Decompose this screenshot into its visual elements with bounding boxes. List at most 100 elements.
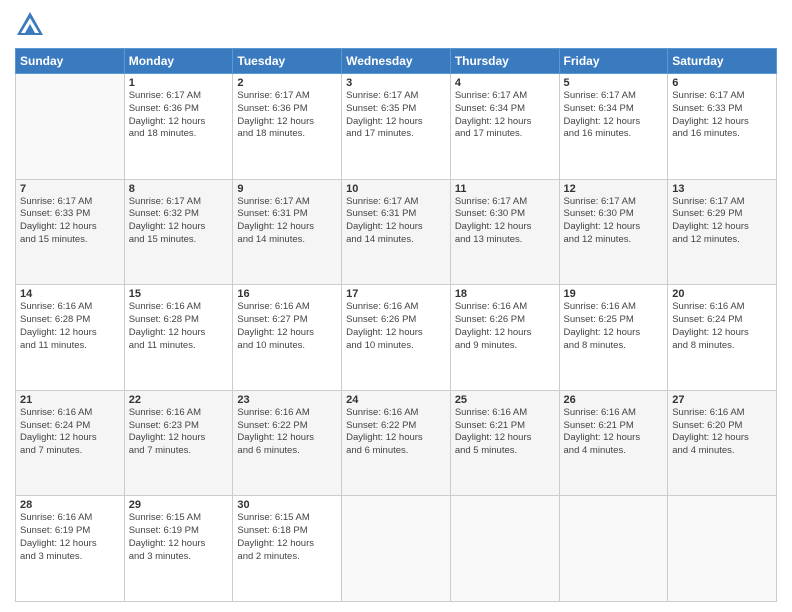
- calendar-cell: 6Sunrise: 6:17 AM Sunset: 6:33 PM Daylig…: [668, 74, 777, 180]
- cell-info: Sunrise: 6:17 AM Sunset: 6:32 PM Dayligh…: [129, 196, 229, 247]
- cell-info: Sunrise: 6:16 AM Sunset: 6:22 PM Dayligh…: [237, 407, 337, 458]
- calendar-cell: 28Sunrise: 6:16 AM Sunset: 6:19 PM Dayli…: [16, 496, 125, 602]
- day-number: 8: [129, 183, 229, 195]
- calendar-cell: 2Sunrise: 6:17 AM Sunset: 6:36 PM Daylig…: [233, 74, 342, 180]
- day-number: 20: [672, 288, 772, 300]
- weekday-header: Wednesday: [342, 49, 451, 74]
- calendar-cell: 30Sunrise: 6:15 AM Sunset: 6:18 PM Dayli…: [233, 496, 342, 602]
- day-number: 17: [346, 288, 446, 300]
- day-number: 3: [346, 77, 446, 89]
- cell-info: Sunrise: 6:16 AM Sunset: 6:28 PM Dayligh…: [20, 301, 120, 352]
- calendar-week-row: 1Sunrise: 6:17 AM Sunset: 6:36 PM Daylig…: [16, 74, 777, 180]
- day-number: 23: [237, 394, 337, 406]
- cell-info: Sunrise: 6:17 AM Sunset: 6:36 PM Dayligh…: [237, 90, 337, 141]
- cell-info: Sunrise: 6:17 AM Sunset: 6:31 PM Dayligh…: [346, 196, 446, 247]
- cell-info: Sunrise: 6:17 AM Sunset: 6:35 PM Dayligh…: [346, 90, 446, 141]
- calendar-cell: 7Sunrise: 6:17 AM Sunset: 6:33 PM Daylig…: [16, 179, 125, 285]
- cell-info: Sunrise: 6:16 AM Sunset: 6:26 PM Dayligh…: [346, 301, 446, 352]
- day-number: 16: [237, 288, 337, 300]
- cell-info: Sunrise: 6:16 AM Sunset: 6:24 PM Dayligh…: [672, 301, 772, 352]
- calendar-table: SundayMondayTuesdayWednesdayThursdayFrid…: [15, 48, 777, 602]
- day-number: 26: [564, 394, 664, 406]
- day-number: 15: [129, 288, 229, 300]
- day-number: 18: [455, 288, 555, 300]
- calendar-cell: [668, 496, 777, 602]
- calendar-cell: 19Sunrise: 6:16 AM Sunset: 6:25 PM Dayli…: [559, 285, 668, 391]
- weekday-header: Tuesday: [233, 49, 342, 74]
- calendar-week-row: 7Sunrise: 6:17 AM Sunset: 6:33 PM Daylig…: [16, 179, 777, 285]
- cell-info: Sunrise: 6:17 AM Sunset: 6:30 PM Dayligh…: [455, 196, 555, 247]
- day-number: 12: [564, 183, 664, 195]
- calendar-cell: 5Sunrise: 6:17 AM Sunset: 6:34 PM Daylig…: [559, 74, 668, 180]
- cell-info: Sunrise: 6:16 AM Sunset: 6:19 PM Dayligh…: [20, 512, 120, 563]
- cell-info: Sunrise: 6:15 AM Sunset: 6:19 PM Dayligh…: [129, 512, 229, 563]
- calendar-cell: 20Sunrise: 6:16 AM Sunset: 6:24 PM Dayli…: [668, 285, 777, 391]
- day-number: 19: [564, 288, 664, 300]
- weekday-header: Thursday: [450, 49, 559, 74]
- cell-info: Sunrise: 6:17 AM Sunset: 6:36 PM Dayligh…: [129, 90, 229, 141]
- cell-info: Sunrise: 6:16 AM Sunset: 6:21 PM Dayligh…: [455, 407, 555, 458]
- day-number: 7: [20, 183, 120, 195]
- cell-info: Sunrise: 6:16 AM Sunset: 6:28 PM Dayligh…: [129, 301, 229, 352]
- cell-info: Sunrise: 6:17 AM Sunset: 6:30 PM Dayligh…: [564, 196, 664, 247]
- day-number: 11: [455, 183, 555, 195]
- weekday-header: Saturday: [668, 49, 777, 74]
- calendar-cell: 4Sunrise: 6:17 AM Sunset: 6:34 PM Daylig…: [450, 74, 559, 180]
- calendar-cell: 27Sunrise: 6:16 AM Sunset: 6:20 PM Dayli…: [668, 390, 777, 496]
- cell-info: Sunrise: 6:15 AM Sunset: 6:18 PM Dayligh…: [237, 512, 337, 563]
- calendar-cell: [559, 496, 668, 602]
- day-number: 25: [455, 394, 555, 406]
- day-number: 1: [129, 77, 229, 89]
- cell-info: Sunrise: 6:17 AM Sunset: 6:31 PM Dayligh…: [237, 196, 337, 247]
- calendar-cell: 16Sunrise: 6:16 AM Sunset: 6:27 PM Dayli…: [233, 285, 342, 391]
- calendar-cell: 17Sunrise: 6:16 AM Sunset: 6:26 PM Dayli…: [342, 285, 451, 391]
- calendar-cell: 23Sunrise: 6:16 AM Sunset: 6:22 PM Dayli…: [233, 390, 342, 496]
- calendar-cell: [342, 496, 451, 602]
- calendar-week-row: 14Sunrise: 6:16 AM Sunset: 6:28 PM Dayli…: [16, 285, 777, 391]
- cell-info: Sunrise: 6:17 AM Sunset: 6:29 PM Dayligh…: [672, 196, 772, 247]
- calendar-cell: 8Sunrise: 6:17 AM Sunset: 6:32 PM Daylig…: [124, 179, 233, 285]
- cell-info: Sunrise: 6:17 AM Sunset: 6:34 PM Dayligh…: [455, 90, 555, 141]
- cell-info: Sunrise: 6:17 AM Sunset: 6:34 PM Dayligh…: [564, 90, 664, 141]
- header: [15, 10, 777, 40]
- cell-info: Sunrise: 6:16 AM Sunset: 6:20 PM Dayligh…: [672, 407, 772, 458]
- day-number: 14: [20, 288, 120, 300]
- calendar-cell: 26Sunrise: 6:16 AM Sunset: 6:21 PM Dayli…: [559, 390, 668, 496]
- day-number: 6: [672, 77, 772, 89]
- calendar-cell: 15Sunrise: 6:16 AM Sunset: 6:28 PM Dayli…: [124, 285, 233, 391]
- page: SundayMondayTuesdayWednesdayThursdayFrid…: [0, 0, 792, 612]
- cell-info: Sunrise: 6:16 AM Sunset: 6:21 PM Dayligh…: [564, 407, 664, 458]
- cell-info: Sunrise: 6:16 AM Sunset: 6:22 PM Dayligh…: [346, 407, 446, 458]
- calendar-cell: 14Sunrise: 6:16 AM Sunset: 6:28 PM Dayli…: [16, 285, 125, 391]
- cell-info: Sunrise: 6:16 AM Sunset: 6:27 PM Dayligh…: [237, 301, 337, 352]
- calendar-week-row: 21Sunrise: 6:16 AM Sunset: 6:24 PM Dayli…: [16, 390, 777, 496]
- cell-info: Sunrise: 6:17 AM Sunset: 6:33 PM Dayligh…: [672, 90, 772, 141]
- day-number: 9: [237, 183, 337, 195]
- day-number: 22: [129, 394, 229, 406]
- day-number: 10: [346, 183, 446, 195]
- day-number: 27: [672, 394, 772, 406]
- calendar-cell: 10Sunrise: 6:17 AM Sunset: 6:31 PM Dayli…: [342, 179, 451, 285]
- logo-icon: [15, 10, 45, 40]
- weekday-header: Sunday: [16, 49, 125, 74]
- calendar-cell: 12Sunrise: 6:17 AM Sunset: 6:30 PM Dayli…: [559, 179, 668, 285]
- cell-info: Sunrise: 6:16 AM Sunset: 6:23 PM Dayligh…: [129, 407, 229, 458]
- calendar-cell: 18Sunrise: 6:16 AM Sunset: 6:26 PM Dayli…: [450, 285, 559, 391]
- day-number: 21: [20, 394, 120, 406]
- day-number: 28: [20, 499, 120, 511]
- calendar-cell: 13Sunrise: 6:17 AM Sunset: 6:29 PM Dayli…: [668, 179, 777, 285]
- day-number: 2: [237, 77, 337, 89]
- calendar-header-row: SundayMondayTuesdayWednesdayThursdayFrid…: [16, 49, 777, 74]
- calendar-cell: [450, 496, 559, 602]
- calendar-cell: 3Sunrise: 6:17 AM Sunset: 6:35 PM Daylig…: [342, 74, 451, 180]
- weekday-header: Monday: [124, 49, 233, 74]
- logo: [15, 10, 49, 40]
- calendar-cell: 22Sunrise: 6:16 AM Sunset: 6:23 PM Dayli…: [124, 390, 233, 496]
- day-number: 24: [346, 394, 446, 406]
- day-number: 5: [564, 77, 664, 89]
- calendar-cell: 1Sunrise: 6:17 AM Sunset: 6:36 PM Daylig…: [124, 74, 233, 180]
- cell-info: Sunrise: 6:16 AM Sunset: 6:25 PM Dayligh…: [564, 301, 664, 352]
- day-number: 30: [237, 499, 337, 511]
- day-number: 4: [455, 77, 555, 89]
- cell-info: Sunrise: 6:16 AM Sunset: 6:24 PM Dayligh…: [20, 407, 120, 458]
